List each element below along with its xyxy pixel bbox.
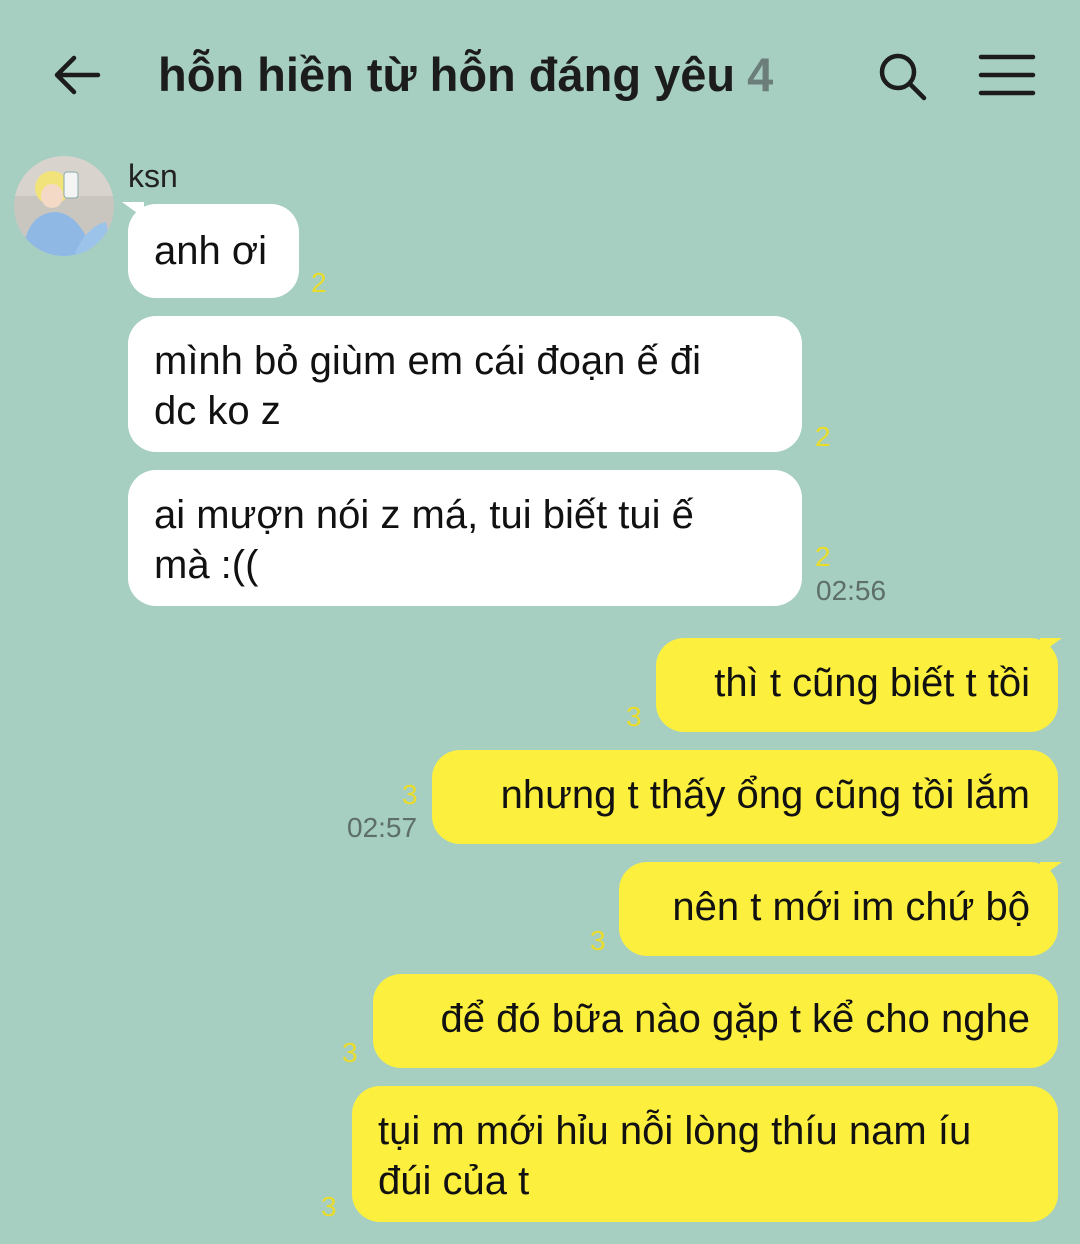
unread-count: 3 bbox=[626, 701, 642, 732]
message-text: để đó bữa nào gặp t kể cho nghe bbox=[440, 997, 1030, 1041]
message-time: 02:56 bbox=[816, 575, 887, 606]
message-bubble-outgoing[interactable]: nhưng t thấy ổng cũng tồi lắm bbox=[432, 750, 1058, 844]
message-bubble-outgoing[interactable]: nên t mới im chứ bộ bbox=[619, 862, 1058, 956]
message-bubble-outgoing[interactable]: thì t cũng biết t tồi bbox=[656, 638, 1058, 732]
avatar[interactable] bbox=[14, 156, 114, 256]
message-text-line: dc ko z bbox=[154, 389, 281, 433]
member-count: 4 bbox=[747, 48, 774, 101]
message-text-line: đúi của t bbox=[378, 1159, 530, 1203]
message-bubble-incoming[interactable]: mình bỏ giùm em cái đoạn ế đi dc ko z bbox=[128, 316, 802, 452]
message-text: thì t cũng biết t tồi bbox=[714, 661, 1030, 705]
unread-count: 2 bbox=[815, 541, 831, 572]
search-icon bbox=[879, 53, 927, 101]
back-arrow-icon bbox=[54, 55, 101, 95]
message-text-line: ai mượn nói z má, tui biết tui ế bbox=[154, 493, 694, 537]
menu-button[interactable] bbox=[978, 52, 1036, 98]
unread-count: 3 bbox=[590, 925, 606, 956]
chat-header: hỗn hiền từ hỗn đáng yêu 4 bbox=[0, 0, 1080, 148]
message-text: anh ơi bbox=[154, 229, 267, 273]
search-button[interactable] bbox=[876, 50, 930, 104]
message-text: nhưng t thấy ổng cũng tồi lắm bbox=[500, 773, 1030, 817]
sender-name: ksn bbox=[128, 158, 178, 194]
unread-count: 2 bbox=[815, 421, 831, 452]
message-bubble-incoming[interactable]: anh ơi bbox=[128, 204, 299, 298]
back-button[interactable] bbox=[50, 48, 104, 102]
message-text: nên t mới im chứ bộ bbox=[672, 885, 1030, 929]
unread-count: 3 bbox=[321, 1191, 337, 1222]
message-bubble-incoming[interactable]: ai mượn nói z má, tui biết tui ế mà :(( bbox=[128, 470, 802, 606]
message-text-line: mà :(( bbox=[154, 543, 259, 587]
chat-title: hỗn hiền từ hỗn đáng yêu 4 bbox=[158, 48, 773, 102]
message-text-line: mình bỏ giùm em cái đoạn ế đi bbox=[154, 339, 701, 383]
message-text-line: tụi m mới hỉu nỗi lòng thíu nam íu bbox=[378, 1109, 972, 1153]
chat-room-name: hỗn hiền từ hỗn đáng yêu bbox=[158, 48, 736, 101]
menu-icon bbox=[978, 54, 1036, 96]
message-time: 02:57 bbox=[347, 812, 418, 843]
avatar-image bbox=[14, 156, 114, 256]
message-bubble-outgoing[interactable]: tụi m mới hỉu nỗi lòng thíu nam íu đúi c… bbox=[352, 1086, 1058, 1222]
message-bubble-outgoing[interactable]: để đó bữa nào gặp t kể cho nghe bbox=[373, 974, 1058, 1068]
unread-count: 3 bbox=[342, 1037, 358, 1068]
unread-count: 3 bbox=[402, 779, 418, 810]
unread-count: 2 bbox=[311, 267, 327, 298]
